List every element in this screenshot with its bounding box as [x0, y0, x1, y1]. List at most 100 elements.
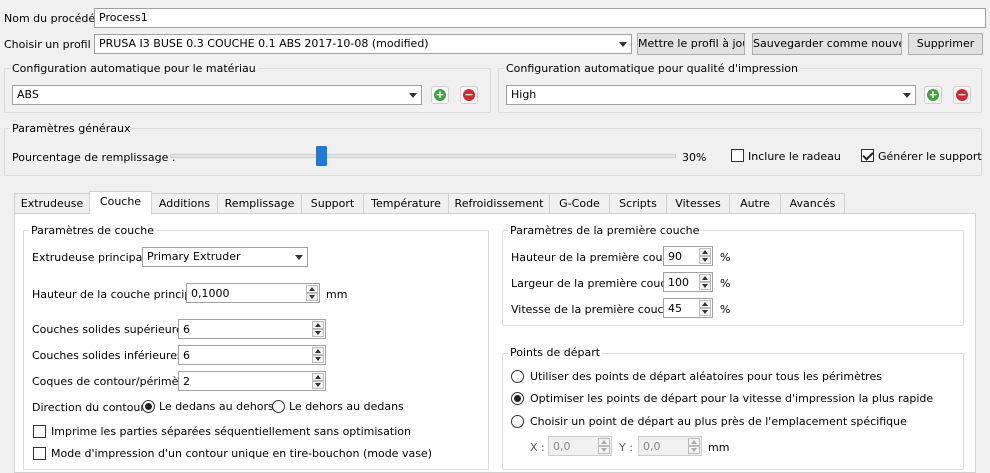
bottom-layers-label: Couches solides inférieures [32, 349, 183, 362]
y-spinner[interactable]: 0,0 [638, 436, 702, 456]
support-checkbox[interactable] [861, 149, 874, 162]
spin-down-icon[interactable] [312, 355, 324, 363]
spin-down-icon[interactable] [598, 446, 610, 454]
tab-couche[interactable]: Couche [89, 191, 152, 214]
top-layers-spinner[interactable]: 6 [178, 319, 326, 339]
first-layer-height-label: Hauteur de la première couche [511, 251, 683, 264]
support-label: Générer le support [878, 150, 982, 163]
plus-icon: + [434, 88, 446, 101]
spin-down-icon[interactable] [699, 308, 711, 316]
spin-down-icon[interactable] [312, 381, 324, 389]
remove-quality-button[interactable]: − [953, 86, 971, 104]
random-start-radio[interactable] [511, 370, 524, 383]
raft-checkbox[interactable] [731, 149, 744, 162]
first-layer-speed-spinner[interactable]: 45 [663, 298, 713, 318]
tab-temperature[interactable]: Température [363, 193, 449, 213]
vase-mode-checkbox[interactable] [33, 447, 46, 460]
layer-height-value: 0,1000 [191, 287, 230, 300]
material-group-title: Configuration automatique pour le matéri… [10, 62, 258, 75]
spin-up-icon[interactable] [312, 373, 324, 381]
remove-material-button[interactable]: − [460, 86, 478, 104]
material-select-value: ABS [17, 88, 39, 101]
optimize-start-radio[interactable] [511, 392, 524, 405]
spin-up-icon[interactable] [306, 285, 318, 293]
main-extruder-select[interactable]: Primary Extruder [142, 247, 308, 267]
top-layers-label: Couches solides supérieures [32, 323, 189, 336]
material-select[interactable]: ABS [12, 85, 422, 105]
y-value: 0,0 [643, 440, 661, 453]
tab-refroidissement[interactable]: Refroidissement [448, 193, 550, 213]
chevron-down-icon [619, 42, 627, 47]
profile-label: Choisir un profil : [4, 38, 98, 51]
general-group-title: Paramètres généraux [10, 122, 133, 135]
tab-gcode[interactable]: G-Code [549, 193, 610, 213]
sequential-label: Imprime les parties séparées séquentiell… [51, 425, 411, 438]
tab-additions[interactable]: Additions [151, 193, 218, 213]
start-points-group-title: Points de départ [508, 346, 603, 359]
top-layers-value: 6 [183, 323, 190, 336]
infill-slider-thumb[interactable] [316, 146, 328, 166]
minus-icon: − [463, 88, 475, 101]
dir-outside-in-label: Le dehors au dedans [289, 400, 404, 413]
chevron-down-icon [409, 93, 417, 98]
add-material-button[interactable]: + [431, 86, 449, 104]
spin-up-icon[interactable] [699, 248, 711, 256]
spin-down-icon[interactable] [306, 293, 318, 301]
add-quality-button[interactable]: + [924, 86, 942, 104]
infill-slider-track[interactable] [170, 154, 676, 158]
spin-up-icon[interactable] [312, 321, 324, 329]
tab-scripts[interactable]: Scripts [609, 193, 667, 213]
profile-select-value: PRUSA I3 BUSE 0.3 COUCHE 0.1 ABS 2017-10… [99, 37, 429, 50]
quality-group-title: Configuration automatique pour qualité d… [504, 62, 801, 75]
spin-up-icon[interactable] [699, 274, 711, 282]
layer-height-label: Hauteur de la couche principale [32, 288, 208, 301]
first-layer-group-title: Paramètres de la première couche [508, 224, 702, 237]
first-layer-height-spinner[interactable]: 90 [663, 246, 713, 266]
first-layer-speed-unit: % [720, 303, 731, 316]
spin-down-icon[interactable] [699, 256, 711, 264]
update-profile-button[interactable]: Mettre le profil à jour [637, 33, 745, 55]
tab-avances[interactable]: Avancés [780, 193, 845, 213]
bottom-layers-spinner[interactable]: 6 [178, 345, 326, 365]
dir-inside-out-radio[interactable] [142, 400, 155, 413]
spin-down-icon[interactable] [312, 329, 324, 337]
first-layer-width-unit: % [720, 277, 731, 290]
infill-value: 30% [682, 151, 707, 164]
quality-select[interactable]: High [506, 85, 916, 105]
spin-up-icon[interactable] [699, 300, 711, 308]
dir-outside-in-radio[interactable] [272, 400, 285, 413]
x-label: X : [530, 441, 545, 454]
minus-icon: − [956, 88, 968, 101]
tab-autre[interactable]: Autre [729, 193, 781, 213]
tab-remplissage[interactable]: Remplissage [217, 193, 302, 213]
spin-down-icon[interactable] [688, 446, 700, 454]
spin-up-icon[interactable] [312, 347, 324, 355]
sequential-checkbox[interactable] [33, 425, 46, 438]
first-layer-width-value: 100 [668, 276, 689, 289]
save-as-new-button[interactable]: Sauvegarder comme nouveau [752, 33, 902, 55]
process-name-input[interactable]: Process1 [94, 8, 986, 28]
closest-start-label: Choisir un point de départ au plus près … [530, 415, 907, 428]
layer-group-title: Paramètres de couche [29, 224, 156, 237]
process-name-label: Nom du procédé : [4, 12, 103, 25]
spin-up-icon[interactable] [598, 438, 610, 446]
perimeters-spinner[interactable]: 2 [178, 371, 326, 391]
tab-extrudeuse[interactable]: Extrudeuse [14, 193, 90, 213]
layer-height-spinner[interactable]: 0,1000 [186, 283, 320, 303]
first-layer-width-spinner[interactable]: 100 [663, 272, 713, 292]
quality-select-value: High [511, 88, 537, 101]
first-layer-height-value: 90 [668, 250, 682, 263]
tab-support[interactable]: Support [301, 193, 364, 213]
spin-down-icon[interactable] [699, 282, 711, 290]
bottom-layers-value: 6 [183, 349, 190, 362]
spin-up-icon[interactable] [688, 438, 700, 446]
perimeters-value: 2 [183, 375, 190, 388]
optimize-start-label: Optimiser les points de départ pour la v… [530, 392, 934, 405]
delete-profile-button[interactable]: Supprimer [908, 33, 983, 55]
closest-start-radio[interactable] [511, 415, 524, 428]
x-spinner[interactable]: 0,0 [548, 436, 612, 456]
chevron-down-icon [295, 255, 303, 260]
vase-mode-label: Mode d'impression d'un contour unique en… [51, 447, 432, 460]
tab-vitesses[interactable]: Vitesses [666, 193, 730, 213]
profile-select[interactable]: PRUSA I3 BUSE 0.3 COUCHE 0.1 ABS 2017-10… [94, 34, 632, 54]
